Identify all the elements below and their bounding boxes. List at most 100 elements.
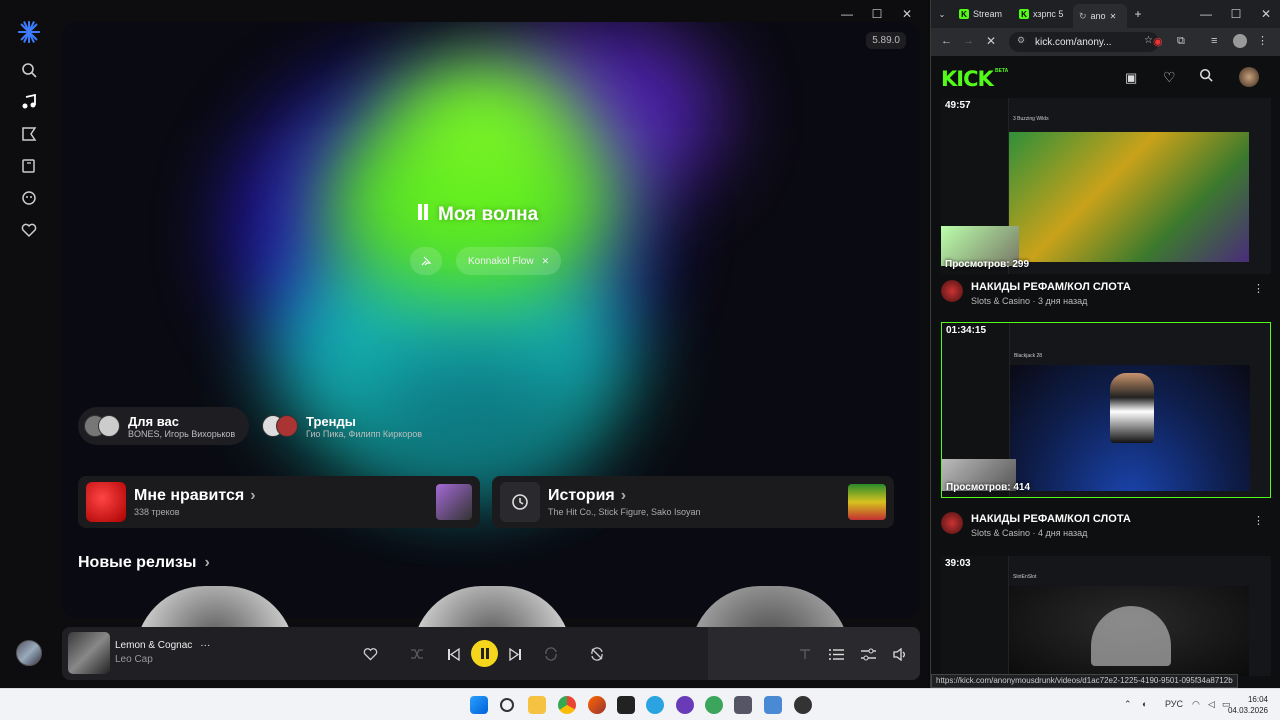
telegram-icon[interactable] xyxy=(646,696,664,714)
slot-screen xyxy=(1009,132,1249,262)
pause-bars-icon xyxy=(418,204,430,226)
back-icon[interactable]: ← xyxy=(941,35,952,47)
video-duration: 49:57 xyxy=(945,100,971,111)
search-icon[interactable] xyxy=(17,58,41,82)
new-tab-button[interactable]: + xyxy=(1127,3,1149,25)
clock-time: 16:04 xyxy=(1247,695,1268,704)
track-cover[interactable] xyxy=(68,632,110,674)
collection-heart-icon[interactable] xyxy=(17,218,41,242)
profile-avatar[interactable] xyxy=(1233,34,1247,48)
liked-tracks-card[interactable]: Мне нравится › 338 треков xyxy=(78,476,480,528)
browser-menu-icon[interactable]: ⋮ xyxy=(1257,34,1268,47)
address-bar[interactable]: ⚙ kick.com/anony... ☆ xyxy=(1009,32,1159,52)
volume-icon[interactable]: ◁ xyxy=(1208,699,1215,710)
kick-logo[interactable]: KICK xyxy=(941,67,994,91)
app-icon[interactable] xyxy=(705,696,723,714)
tab-active[interactable]: ↻ ano ✕ xyxy=(1073,4,1127,28)
my-wave-title[interactable]: Моя волна xyxy=(418,204,538,226)
track-info: Lemon & Cognac ··· Leo Cap xyxy=(115,640,210,665)
music-sidebar xyxy=(0,0,58,688)
obs-icon[interactable] xyxy=(794,696,812,714)
channel-avatar[interactable] xyxy=(941,512,963,534)
bookmark-star-icon[interactable]: ☆ xyxy=(1144,35,1153,46)
new-releases-header[interactable]: Новые релизы › xyxy=(78,554,210,572)
video-category[interactable]: Slots & Casino xyxy=(971,528,1030,538)
chrome-icon[interactable] xyxy=(558,696,576,714)
video-title[interactable]: НАКИДЫ РЕФАМ/КОЛ СЛОТА xyxy=(971,281,1131,293)
extension-icon[interactable]: ◉ xyxy=(1153,35,1163,48)
equalizer-icon[interactable] xyxy=(858,644,878,664)
kick-favicon-icon: K xyxy=(1019,9,1029,19)
next-icon[interactable] xyxy=(505,644,525,664)
tab-close-icon[interactable]: ✕ xyxy=(1110,12,1117,21)
tab-stream[interactable]: K Stream xyxy=(953,3,1013,25)
maximize-button[interactable]: ☐ xyxy=(1221,4,1251,24)
user-avatar[interactable] xyxy=(16,640,42,666)
track-title[interactable]: Lemon & Cognac xyxy=(115,640,192,651)
previous-icon[interactable] xyxy=(443,644,463,664)
user-avatar[interactable] xyxy=(1239,67,1259,87)
stop-icon[interactable]: ✕ xyxy=(986,34,996,48)
following-heart-icon[interactable]: ♡ xyxy=(1163,69,1176,86)
app-icon[interactable] xyxy=(764,696,782,714)
app-icon[interactable] xyxy=(734,696,752,714)
close-button[interactable]: ✕ xyxy=(1251,4,1280,24)
pause-button[interactable] xyxy=(471,640,498,667)
kick-beta-badge: BETA xyxy=(995,68,1009,74)
start-windows-icon[interactable] xyxy=(470,696,488,714)
channel-avatar[interactable] xyxy=(941,280,963,302)
tray-chevron-icon[interactable]: ⌃ xyxy=(1124,699,1132,710)
video-thumbnail[interactable]: SlotEnSlot 39:03 xyxy=(941,556,1271,676)
search-icon[interactable] xyxy=(1199,68,1213,87)
tray-app-icon[interactable]: ◐ xyxy=(1142,699,1147,709)
brave-icon[interactable] xyxy=(588,696,606,714)
browse-icon[interactable]: ▣ xyxy=(1125,70,1137,86)
site-info-icon[interactable]: ⚙ xyxy=(1017,35,1025,46)
history-icon xyxy=(500,482,540,522)
media-icon[interactable]: ≡ xyxy=(1211,35,1217,47)
trends-pill[interactable]: Тренды Гио Пика, Филипп Киркоров xyxy=(256,407,436,445)
lyrics-icon[interactable] xyxy=(795,644,815,664)
books-icon[interactable] xyxy=(17,154,41,178)
queue-icon[interactable] xyxy=(826,644,846,664)
like-icon[interactable] xyxy=(360,644,380,664)
file-explorer-icon[interactable] xyxy=(528,696,546,714)
taskbar-clock[interactable]: 16:04 04.03.2026 xyxy=(1228,694,1268,716)
minimize-button[interactable]: — xyxy=(1191,4,1221,24)
language-indicator[interactable]: РУС xyxy=(1165,699,1183,709)
wave-mode-chip[interactable]: Konnakol Flow ✕ xyxy=(456,247,562,275)
video-menu-icon[interactable]: ⋮ xyxy=(1253,282,1264,295)
track-artist[interactable]: Leo Cap xyxy=(115,654,210,665)
for-you-pill[interactable]: Для вас BONES, Игорь Вихорьков xyxy=(78,407,250,445)
forward-icon[interactable]: → xyxy=(963,35,974,47)
more-icon[interactable]: ··· xyxy=(200,640,210,651)
kids-icon[interactable] xyxy=(17,186,41,210)
repeat-icon[interactable] xyxy=(541,644,561,664)
music-window-controls: — ☐ ✕ xyxy=(832,4,922,24)
shuffle-icon[interactable] xyxy=(407,644,427,664)
podcasts-icon[interactable] xyxy=(17,122,41,146)
tab-second[interactable]: K хзрпс 5 xyxy=(1013,3,1073,25)
history-card[interactable]: История › The Hit Co., Stick Figure, Sako… xyxy=(492,476,894,528)
maximize-button[interactable]: ☐ xyxy=(862,4,892,24)
video-menu-icon[interactable]: ⋮ xyxy=(1253,514,1264,527)
video-category[interactable]: Slots & Casino xyxy=(971,296,1030,306)
minimize-button[interactable]: — xyxy=(832,4,862,24)
my-wave-hero[interactable]: 5.89.0 Моя волна Konnakol Flow ✕ Для вас… xyxy=(62,22,920,618)
video-title[interactable]: НАКИДЫ РЕФАМ/КОЛ СЛОТА xyxy=(971,513,1131,525)
no-repeat-icon[interactable] xyxy=(587,644,607,664)
wave-settings-button[interactable] xyxy=(410,247,442,275)
search-icon[interactable] xyxy=(500,698,514,712)
app-logo-icon[interactable] xyxy=(17,20,41,44)
music-note-icon[interactable] xyxy=(17,90,41,114)
app-icon[interactable] xyxy=(676,696,694,714)
video-thumbnail[interactable]: Blackjack 28 01:34:15 Просмотров: 414 xyxy=(941,322,1271,498)
video-thumbnail[interactable]: 3 Buzzing Wilds 49:57 Просмотров: 299 xyxy=(941,98,1271,274)
volume-icon[interactable] xyxy=(890,644,910,664)
close-button[interactable]: ✕ xyxy=(892,4,922,24)
tab-search-button[interactable]: ⌄ xyxy=(931,3,953,25)
extensions-puzzle-icon[interactable]: ⧉ xyxy=(1177,35,1185,48)
chip-close-icon[interactable]: ✕ xyxy=(542,256,550,267)
wifi-icon[interactable]: ◠ xyxy=(1192,699,1200,710)
app-icon[interactable] xyxy=(617,696,635,714)
